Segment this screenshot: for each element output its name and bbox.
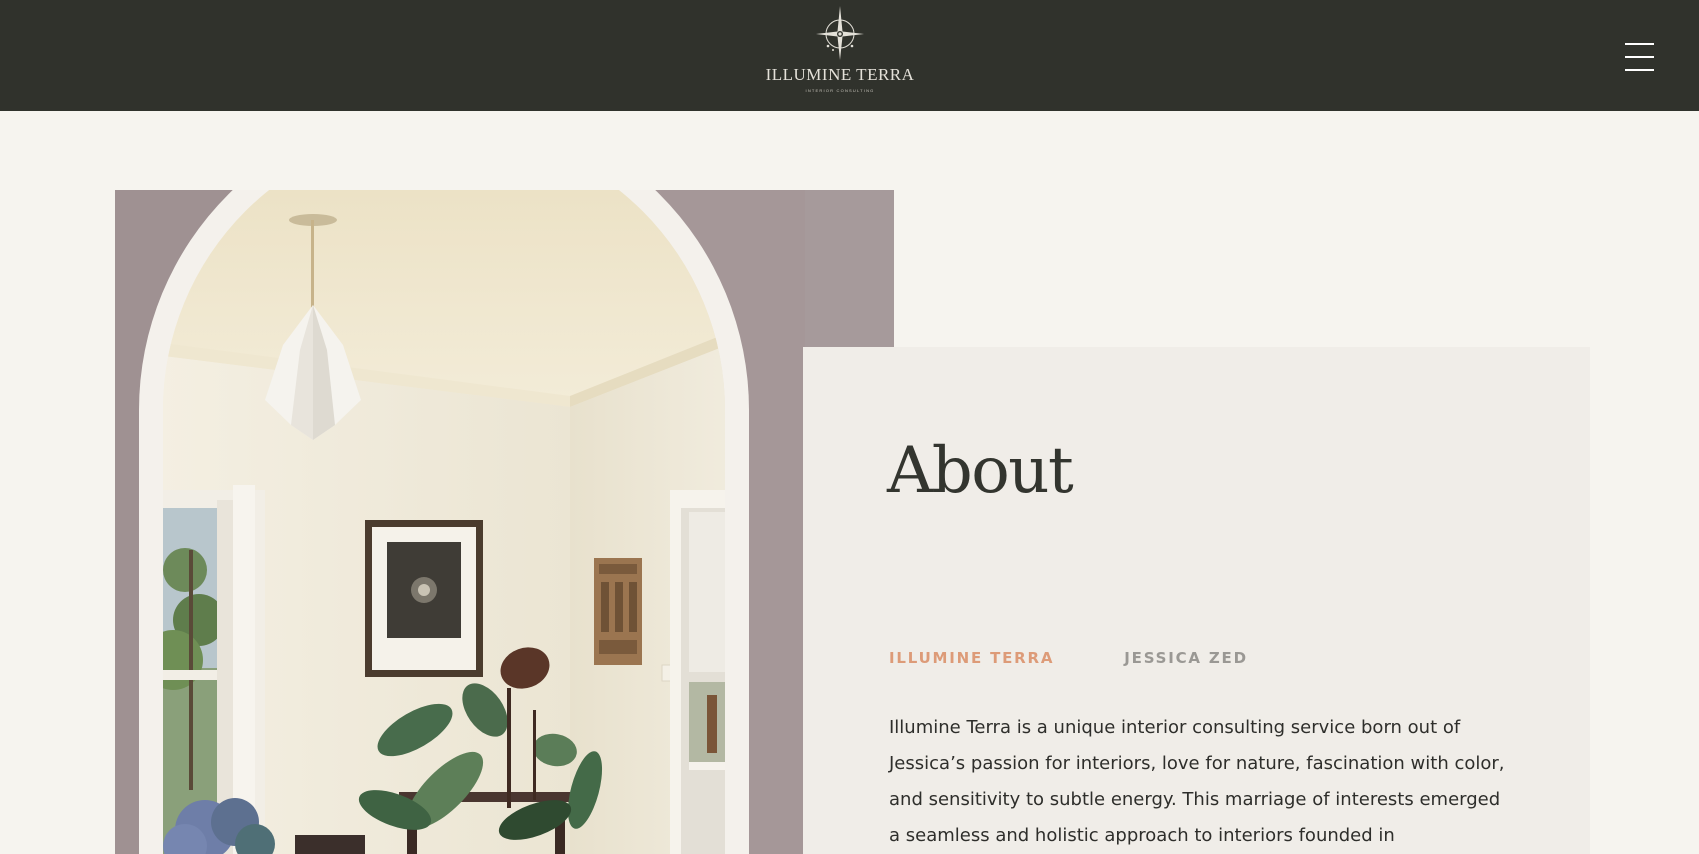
menu-button[interactable] bbox=[1625, 43, 1655, 71]
hamburger-icon-line bbox=[1625, 69, 1654, 71]
about-description: Illumine Terra is a unique interior cons… bbox=[889, 717, 1505, 846]
logo[interactable]: ILLUMINE TERRA INTERIOR CONSULTING bbox=[740, 4, 940, 100]
hero-image bbox=[115, 190, 894, 854]
site-header: ILLUMINE TERRA INTERIOR CONSULTING bbox=[0, 0, 1699, 111]
hamburger-icon-line bbox=[1625, 43, 1654, 45]
logo-name: ILLUMINE TERRA bbox=[765, 65, 915, 84]
room-illustration bbox=[115, 190, 894, 854]
about-section: About ILLUMINE TERRA JESSICA ZED Illumin… bbox=[803, 347, 1590, 854]
tab-illumine-terra[interactable]: ILLUMINE TERRA bbox=[889, 649, 1054, 667]
hamburger-icon-line bbox=[1625, 56, 1654, 58]
logo-tagline: INTERIOR CONSULTING bbox=[805, 88, 875, 93]
tab-jessica-zed[interactable]: JESSICA ZED bbox=[1124, 649, 1248, 667]
about-title: About bbox=[887, 434, 1074, 508]
about-tabs: ILLUMINE TERRA JESSICA ZED bbox=[889, 649, 1248, 667]
star-logo-icon bbox=[816, 6, 864, 60]
